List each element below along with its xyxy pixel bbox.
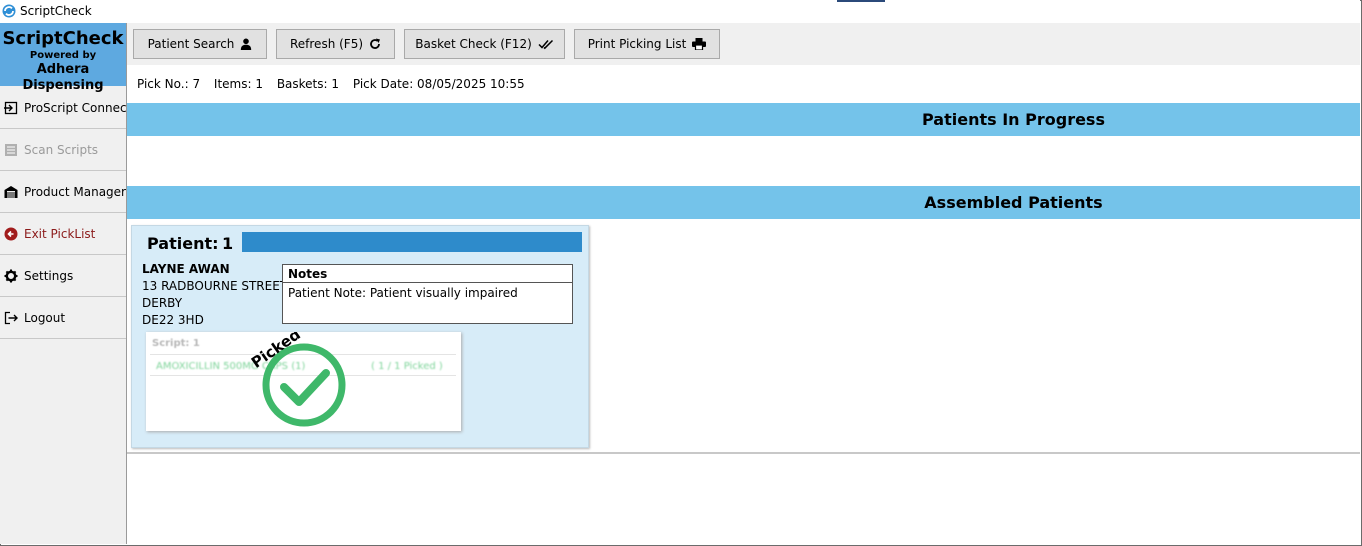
gear-icon	[4, 269, 18, 283]
sidebar-item-scan-scripts[interactable]: Scan Scripts	[0, 130, 126, 171]
sidebar-item-label: Exit PickList	[24, 227, 96, 241]
pick-number: Pick No.: 7	[137, 77, 201, 91]
sidebar-item-label: Product Manager	[24, 185, 126, 199]
printer-icon	[692, 38, 707, 50]
print-picking-list-label: Print Picking List	[587, 37, 687, 51]
brand-powered: Powered by	[29, 50, 97, 61]
refresh-icon	[370, 38, 381, 49]
brand-name: ScriptCheck	[2, 28, 124, 49]
login-arrow-icon	[4, 101, 18, 115]
refresh-label: Refresh (F5)	[289, 37, 364, 51]
patient-address: LAYNE AWAN 13 RADBOURNE STREET DERBY DE2…	[142, 261, 287, 329]
assembled-patients-header: Assembled Patients	[127, 186, 1360, 219]
pick-items: Items: 1	[213, 77, 263, 91]
basket-check-label: Basket Check (F12)	[415, 37, 532, 51]
sidebar-item-label: ProScript Connect	[24, 101, 132, 115]
pick-date: Pick Date: 08/05/2025 10:55	[352, 77, 525, 91]
sidebar-item-label: Settings	[24, 269, 74, 283]
warehouse-icon	[4, 186, 18, 198]
sidebar-item-logout[interactable]: Logout	[0, 298, 126, 339]
address-postcode: DE22 3HD	[142, 313, 204, 327]
script-quantity: ( 1 / 1 Picked )	[371, 361, 443, 372]
print-picking-list-button[interactable]: Print Picking List	[574, 29, 720, 59]
address-line1: 13 RADBOURNE STREET	[142, 279, 288, 293]
basket-check-button[interactable]: Basket Check (F12)	[404, 29, 565, 59]
title-accent	[837, 0, 885, 2]
sidebar-item-exit-picklist[interactable]: Exit PickList	[0, 214, 126, 255]
sidebar-item-label: Scan Scripts	[24, 143, 99, 157]
sidebar: ScriptCheck Powered by Adhera Dispensing…	[0, 23, 131, 544]
patient-card[interactable]: Patient: 1 LAYNE AWAN 13 RADBOURNE STREE…	[131, 225, 589, 448]
sidebar-item-product-manager[interactable]: Product Manager	[0, 172, 126, 213]
double-check-icon	[538, 39, 553, 50]
brand-panel: ScriptCheck Powered by Adhera Dispensing	[0, 23, 126, 93]
sidebar-item-proscript-connect[interactable]: ProScript Connect	[0, 88, 131, 129]
patient-number: 1	[222, 234, 234, 253]
section-title: Patients In Progress	[922, 110, 1105, 129]
patient-search-button[interactable]: Patient Search	[133, 29, 267, 59]
patient-progress-bar	[242, 232, 582, 252]
script-title: Script: 1	[152, 338, 200, 349]
logout-icon	[4, 311, 18, 325]
pick-summary: Pick No.: 7 Items: 1 Baskets: 1 Pick Dat…	[137, 77, 535, 91]
content-divider	[127, 452, 1360, 454]
patient-search-label: Patient Search	[147, 37, 235, 51]
app-logo-icon	[2, 4, 16, 18]
patient-note: Patient Note: Patient visually impaired	[288, 286, 518, 300]
pick-baskets: Baskets: 1	[276, 77, 340, 91]
window-title: ScriptCheck	[20, 4, 92, 18]
address-line2: DERBY	[142, 296, 183, 310]
script-card[interactable]: Script: 1 AMOXICILLIN 500MG CAPS (1) ( 1…	[146, 332, 461, 431]
sidebar-item-label: Logout	[24, 311, 66, 325]
title-bar: ScriptCheck	[0, 0, 1360, 23]
patients-in-progress-header: Patients In Progress	[127, 103, 1360, 136]
toolbar: Patient Search Refresh (F5) Basket Check…	[127, 23, 1360, 65]
back-circle-icon	[4, 227, 18, 241]
notes-box: Notes Patient Note: Patient visually imp…	[282, 264, 573, 324]
patient-name: LAYNE AWAN	[142, 262, 230, 276]
section-title: Assembled Patients	[924, 193, 1103, 212]
user-icon	[241, 38, 252, 50]
notes-title: Notes	[283, 265, 572, 283]
refresh-button[interactable]: Refresh (F5)	[276, 29, 395, 59]
patient-label: Patient:	[147, 234, 219, 253]
barcode-list-icon	[5, 144, 17, 156]
sidebar-item-settings[interactable]: Settings	[0, 256, 126, 297]
